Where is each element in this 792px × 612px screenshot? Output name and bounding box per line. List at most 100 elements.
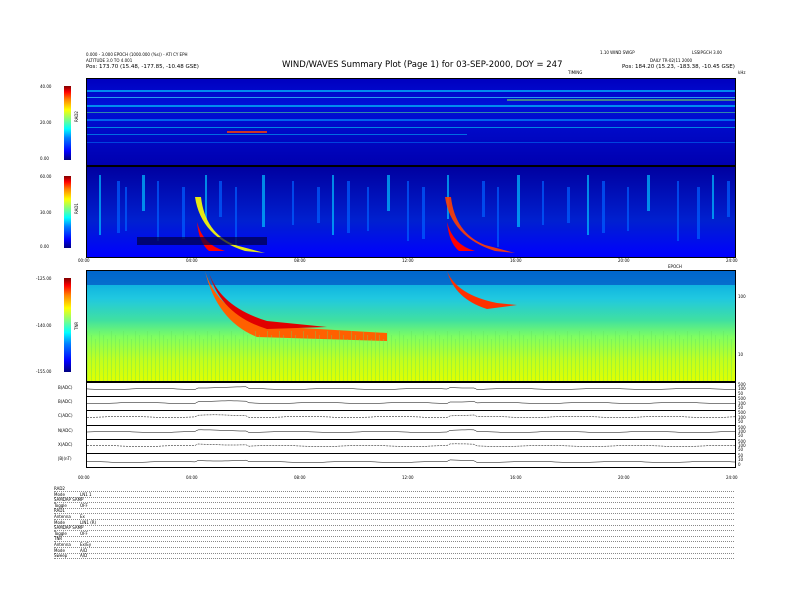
tnr-streak [267, 331, 268, 381]
tnr-streak [415, 335, 416, 381]
tnr-colorbar [64, 278, 71, 372]
rad1-streak [422, 187, 425, 239]
tnr-streak [391, 335, 392, 381]
tnr-streak [659, 339, 660, 381]
tnr-streak [147, 331, 148, 381]
line-plot-trace [87, 414, 735, 419]
tnr-streak [427, 335, 428, 381]
tnr-streak [167, 339, 168, 381]
rad1-streak [142, 175, 145, 211]
tnr-streak [503, 339, 504, 381]
settings-key: Sweep [54, 553, 68, 559]
line-plot-trace [87, 429, 735, 433]
tnr-streak [287, 339, 288, 381]
tnr-streak [499, 335, 500, 381]
tnr-streak [667, 335, 668, 381]
tnr-streak [707, 339, 708, 381]
tnr-streak [611, 339, 612, 381]
line-plot-right-tick: 0 [738, 461, 741, 467]
tnr-streak [359, 339, 360, 381]
tnr-streak [319, 335, 320, 381]
time-tick-3: 12:00 [402, 258, 414, 263]
tnr-streak [539, 339, 540, 381]
tnr-streak [131, 339, 132, 381]
tnr-streak [211, 335, 212, 381]
time-tick-bottom-1: 04:00 [186, 475, 198, 480]
tnr-streak [195, 331, 196, 381]
rad2-spectrogram [86, 78, 736, 166]
header-right-line2: DAILY TR-02(11 2000 [650, 58, 693, 63]
settings-row: Sweep A/D [54, 553, 734, 560]
tnr-streak [291, 331, 292, 381]
tnr-streak [703, 335, 704, 381]
tnr-streak [367, 335, 368, 381]
rad1-streak [205, 175, 207, 219]
tnr-streak [519, 331, 520, 381]
tnr-streak [507, 331, 508, 381]
tnr-streak [459, 331, 460, 381]
tnr-streak [547, 335, 548, 381]
tnr-streak [575, 339, 576, 381]
tnr-streak [635, 339, 636, 381]
line-plot-panel [86, 424, 736, 440]
settings-value: OFF [80, 530, 88, 536]
rad1-streak [677, 181, 679, 241]
settings-value: LIN1 (R) [80, 519, 97, 525]
rad1-streak [99, 175, 101, 235]
settings-key: TNR [54, 536, 63, 542]
tnr-streak [119, 339, 120, 381]
tnr-streak [531, 331, 532, 381]
tnr-tick-bottom: -155.00 [36, 369, 52, 374]
tnr-streak [171, 331, 172, 381]
settings-key: Mode [54, 491, 65, 497]
tnr-streak [227, 339, 228, 381]
tnr-tick-mid: -140.00 [36, 323, 52, 328]
time-tick-bottom-6: 24:00 [726, 475, 738, 480]
timing-label: TIMING [568, 70, 583, 75]
tnr-streak [123, 331, 124, 381]
tnr-streak [203, 339, 204, 381]
time-tick-2: 08:00 [294, 258, 306, 263]
tnr-streak [323, 339, 324, 381]
rad1-streak [517, 175, 520, 227]
rad1-streak [567, 187, 570, 223]
tnr-streak [219, 331, 220, 381]
line-plot-right-tick: 50 [738, 404, 744, 410]
tnr-streak [455, 339, 456, 381]
tnr-streak [179, 339, 180, 381]
tnr-streak [651, 331, 652, 381]
tnr-streak [695, 339, 696, 381]
tnr-streak [715, 335, 716, 381]
tnr-streak [259, 335, 260, 381]
tnr-streak [107, 339, 108, 381]
tnr-streak [351, 331, 352, 381]
rad1-spectrogram [86, 166, 736, 258]
tnr-streak [647, 339, 648, 381]
tnr-streak [307, 335, 308, 381]
tnr-streak [379, 335, 380, 381]
line-plot-label: C(ADC) [58, 413, 73, 419]
tnr-streak [583, 335, 584, 381]
rad1-streak [332, 175, 334, 235]
line-plot-label: N(ADC) [58, 427, 73, 433]
tnr-streak [679, 335, 680, 381]
line-plot-panel [86, 410, 736, 426]
tnr-streak [271, 335, 272, 381]
line-plot-trace [87, 443, 735, 447]
tnr-streak [491, 339, 492, 381]
tnr-streak [199, 335, 200, 381]
time-tick-1: 04:00 [186, 258, 198, 263]
tnr-streak [331, 335, 332, 381]
tnr-streak [663, 331, 664, 381]
tnr-streak [383, 339, 384, 381]
tnr-streak [91, 335, 92, 381]
tnr-streak [599, 339, 600, 381]
tnr-streak [279, 331, 280, 381]
tnr-streak [395, 339, 396, 381]
rad2-tick-bottom: 0.00 [40, 156, 49, 161]
rad1-streak [602, 181, 605, 233]
tnr-streak [579, 331, 580, 381]
rad1-streak [697, 187, 700, 239]
tnr-streak [467, 339, 468, 381]
time-tick-bottom-0: 00:00 [78, 475, 90, 480]
